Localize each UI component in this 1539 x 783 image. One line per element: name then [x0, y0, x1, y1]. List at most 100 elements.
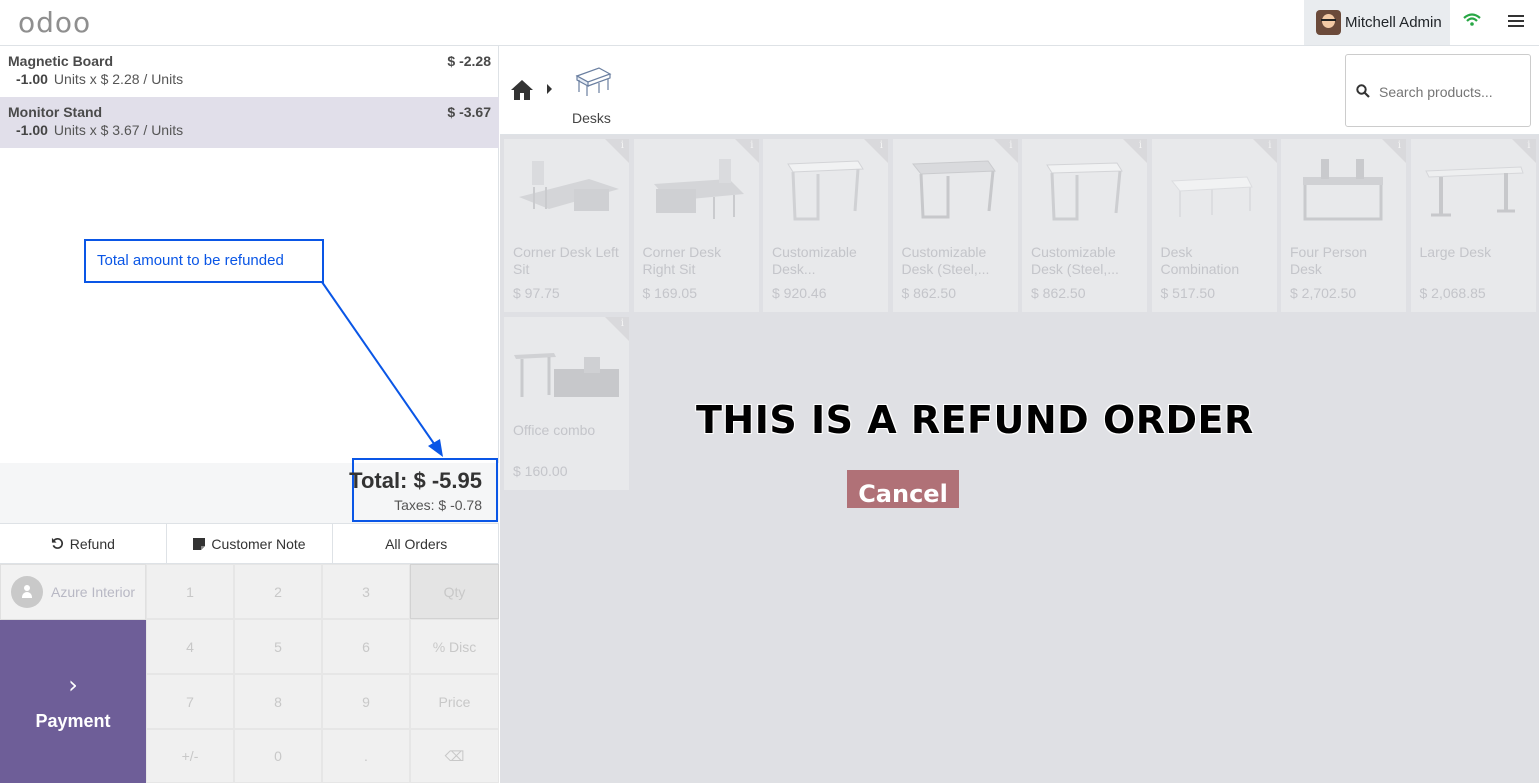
- breadcrumb-caret-icon: [547, 84, 552, 94]
- product-name: Customizable Desk (Steel,...: [901, 244, 990, 277]
- info-icon[interactable]: i: [1527, 140, 1530, 151]
- info-corner[interactable]: [1382, 139, 1406, 163]
- order-panel: Magnetic Board $ -2.28 -1.00 Units x $ 2.…: [0, 46, 499, 783]
- numpad-key-0[interactable]: 0: [234, 729, 322, 783]
- info-corner[interactable]: [1123, 139, 1147, 163]
- info-corner[interactable]: [1252, 139, 1277, 163]
- total-highlight-box: Total: $ -5.95 Taxes: $ -0.78: [349, 458, 498, 522]
- info-corner[interactable]: [864, 139, 888, 163]
- order-line-detail: -1.00 Units x $ 3.67 / Units: [16, 122, 183, 138]
- info-icon[interactable]: i: [621, 318, 624, 329]
- all-orders-label: All Orders: [385, 535, 448, 552]
- info-corner[interactable]: [993, 139, 1018, 163]
- order-line-product: Magnetic Board: [8, 53, 114, 69]
- numpad-key-4[interactable]: 4: [146, 619, 234, 674]
- refund-label: Refund: [69, 535, 115, 552]
- numpad-key-3[interactable]: 3: [322, 564, 410, 619]
- customer-name: Azure Interior: [51, 584, 136, 600]
- customer-note-button[interactable]: Customer Note: [167, 524, 334, 563]
- numpad-key-5[interactable]: 5: [234, 619, 322, 674]
- numpad-mode-discount[interactable]: % Disc: [410, 619, 499, 674]
- numpad-key-1[interactable]: 1: [146, 564, 234, 619]
- product-name: Customizable Desk...: [772, 244, 857, 277]
- refund-order-banner: THIS IS A REFUND ORDER: [696, 398, 1254, 442]
- info-corner[interactable]: [734, 139, 759, 163]
- all-orders-button[interactable]: All Orders: [333, 524, 499, 563]
- top-bar: odoo Mitchell Admin: [0, 0, 1539, 46]
- product-price: $ 2,702.50: [1290, 285, 1357, 301]
- info-corner[interactable]: [1511, 139, 1536, 163]
- product-name: Office combo: [513, 422, 596, 438]
- product-card[interactable]: i Customizable Desk (Steel,... $ 862.50: [1022, 139, 1147, 312]
- info-icon[interactable]: i: [750, 140, 753, 151]
- customer-note-label: Customer Note: [211, 535, 306, 552]
- product-card[interactable]: i Customizable Desk... $ 920.46: [763, 139, 888, 312]
- product-name: Desk Combination: [1160, 244, 1240, 277]
- product-name: Corner Desk Left Sit: [513, 244, 619, 277]
- info-corner[interactable]: [605, 139, 629, 163]
- payment-label: Payment: [35, 711, 111, 731]
- info-icon[interactable]: i: [880, 140, 883, 151]
- order-line-qty: -1.00: [16, 122, 48, 138]
- product-price: $ 97.75: [513, 285, 560, 301]
- numpad-key-decimal[interactable]: .: [322, 729, 410, 783]
- payment-button[interactable]: › Payment: [0, 620, 146, 783]
- numpad-key-8[interactable]: 8: [234, 674, 322, 729]
- home-icon[interactable]: [510, 79, 534, 101]
- wifi-icon[interactable]: [1462, 10, 1482, 30]
- product-price: $ 517.50: [1160, 285, 1216, 301]
- product-card[interactable]: i Large Desk $ 2,068.85: [1410, 139, 1536, 312]
- product-card[interactable]: i Corner Desk Left Sit $ 97.75: [504, 139, 629, 312]
- product-card[interactable]: i Customizable Desk (Steel,... $ 862.50: [892, 139, 1018, 312]
- order-taxes: Taxes: $ -0.78: [394, 497, 482, 513]
- hamburger-menu-icon[interactable]: [1508, 15, 1524, 29]
- numpad-backspace-icon[interactable]: ⌫: [410, 729, 499, 783]
- numpad-key-9[interactable]: 9: [322, 674, 410, 729]
- cancel-refund-button[interactable]: Cancel: [847, 470, 959, 508]
- product-name: Corner Desk Right Sit: [642, 244, 722, 277]
- order-line[interactable]: Magnetic Board $ -2.28 -1.00 Units x $ 2.…: [0, 46, 499, 97]
- order-line-product: Monitor Stand: [8, 104, 103, 120]
- info-icon[interactable]: i: [1398, 140, 1401, 151]
- product-price: $ 169.05: [642, 285, 698, 301]
- refund-button[interactable]: Refund: [0, 524, 167, 563]
- numpad-mode-price[interactable]: Price: [410, 674, 499, 729]
- order-line-qty: -1.00: [16, 71, 48, 87]
- product-price: $ 920.46: [772, 285, 827, 301]
- product-name: Customizable Desk (Steel,...: [1031, 244, 1119, 277]
- product-name: Four Person Desk: [1290, 244, 1368, 277]
- customer-button[interactable]: Azure Interior: [0, 564, 146, 620]
- user-icon: [11, 576, 43, 608]
- annotation-text: Total amount to be refunded: [97, 252, 284, 269]
- desk-category-icon[interactable]: [573, 62, 613, 98]
- product-card[interactable]: i Four Person Desk $ 2,702.50: [1281, 139, 1406, 312]
- category-desks-label[interactable]: Desks: [572, 110, 611, 126]
- annotation-callout: Total amount to be refunded: [84, 239, 324, 283]
- info-icon[interactable]: i: [621, 140, 624, 151]
- search-icon: [1356, 84, 1370, 98]
- product-price: $ 862.50: [901, 285, 957, 301]
- search-input[interactable]: [1379, 84, 1524, 100]
- search-box[interactable]: [1345, 54, 1531, 127]
- undo-icon: [51, 537, 63, 549]
- info-icon[interactable]: i: [1268, 140, 1271, 151]
- numpad-key-7[interactable]: 7: [146, 674, 234, 729]
- numpad-mode-qty[interactable]: Qty: [410, 564, 499, 619]
- order-line-selected[interactable]: Monitor Stand $ -3.67 -1.00 Units x $ 3.6…: [0, 97, 499, 148]
- order-line-detail: -1.00 Units x $ 2.28 / Units: [16, 71, 183, 87]
- numpad: 1 2 3 Qty 4 5 6 % Disc 7 8 9 Price +/- 0…: [146, 564, 499, 783]
- user-menu[interactable]: Mitchell Admin: [1304, 0, 1450, 45]
- numpad-key-plus-minus[interactable]: +/-: [146, 729, 234, 783]
- numpad-key-2[interactable]: 2: [234, 564, 322, 619]
- note-icon: [193, 537, 206, 550]
- info-corner[interactable]: [605, 317, 629, 341]
- product-price: $ 160.00: [513, 463, 568, 479]
- order-line-unit-info: Units x $ 2.28 / Units: [53, 71, 184, 87]
- info-icon[interactable]: i: [1009, 140, 1012, 151]
- numpad-key-6[interactable]: 6: [322, 619, 410, 674]
- info-icon[interactable]: i: [1139, 140, 1142, 151]
- user-name: Mitchell Admin: [1345, 14, 1442, 31]
- product-card[interactable]: i Office combo $ 160.00: [504, 317, 629, 490]
- product-card[interactable]: i Corner Desk Right Sit $ 169.05: [633, 139, 759, 312]
- product-card[interactable]: i Desk Combination $ 517.50: [1151, 139, 1277, 312]
